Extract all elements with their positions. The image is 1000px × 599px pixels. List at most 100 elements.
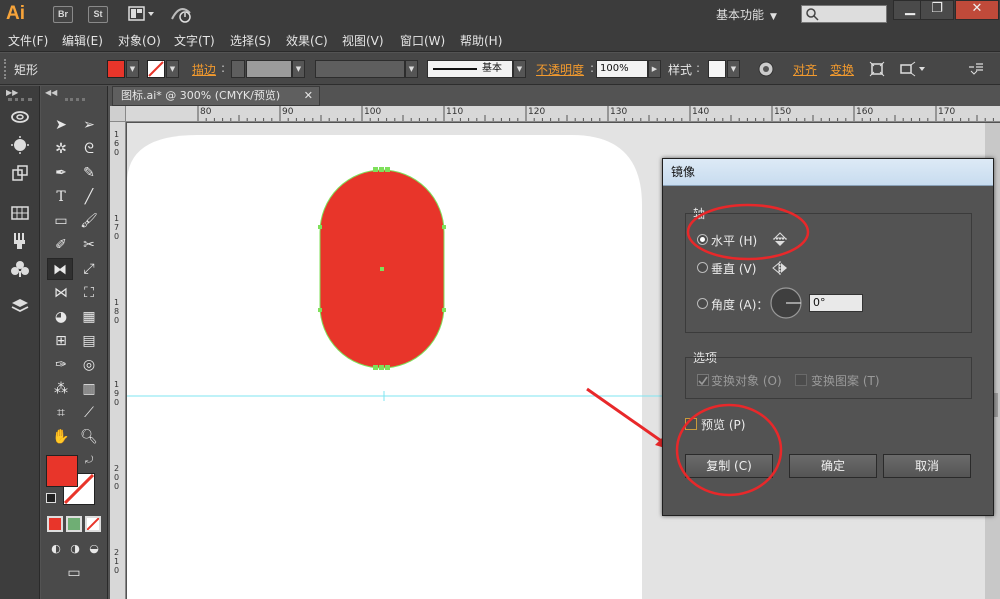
brushes-icon[interactable] (9, 232, 31, 254)
gpu-performance-icon[interactable] (170, 5, 194, 26)
column-graph-tool-icon[interactable]: ▥ (76, 378, 102, 400)
transform-options-icon[interactable] (899, 61, 927, 80)
stroke-weight-input[interactable] (246, 60, 292, 78)
workspace-switcher[interactable]: 基本功能 ▼ (716, 6, 777, 23)
gradient-tool-icon[interactable]: ▤ (76, 330, 102, 352)
recolor-artwork-icon[interactable] (758, 61, 774, 80)
opacity-dropdown[interactable]: ▶ (648, 60, 661, 78)
color-guide-icon[interactable] (9, 136, 31, 158)
profile-dropdown[interactable]: ▼ (405, 60, 418, 78)
shape-builder-tool-icon[interactable]: ◕ (48, 306, 74, 328)
draw-inside-icon[interactable]: ◒ (85, 538, 103, 560)
line-segment-tool-icon[interactable]: ╱ (76, 186, 102, 208)
stock-button[interactable]: St (88, 6, 108, 23)
menu-effect[interactable]: 效果(C) (286, 32, 328, 49)
symbols-icon[interactable] (9, 260, 31, 282)
horizontal-radio[interactable] (697, 234, 708, 245)
horizontal-ruler[interactable]: 80 90 100 110 120 130 140 150 160 170 (110, 106, 1000, 122)
free-transform-tool-icon[interactable]: ⛶ (76, 282, 102, 304)
vertical-radio[interactable] (697, 262, 708, 273)
stroke-color-swatch[interactable] (147, 60, 165, 78)
none-mode-button[interactable] (85, 516, 101, 532)
draw-behind-icon[interactable]: ◑ (66, 538, 84, 560)
zoom-tool-icon[interactable]: 🔍︎ (76, 426, 102, 448)
menu-window[interactable]: 窗口(W) (400, 32, 445, 49)
width-tool-icon[interactable]: ⋈ (48, 282, 74, 304)
ruler-origin[interactable] (110, 106, 126, 122)
curvature-tool-icon[interactable]: ✎ (76, 162, 102, 184)
creative-cloud-libraries-icon[interactable] (9, 108, 31, 130)
opacity-input[interactable]: 100% (596, 60, 648, 78)
stroke-dropdown[interactable]: ▼ (166, 60, 179, 78)
transform-patterns-label[interactable]: 变换图案 (T) (811, 372, 880, 389)
arrange-documents-icon[interactable] (128, 6, 156, 25)
shaper-tool-icon[interactable]: ✐ (48, 234, 74, 256)
selection-tool-icon[interactable]: ➤ (48, 114, 74, 136)
graphic-style-swatch[interactable] (708, 60, 726, 78)
pen-tool-icon[interactable]: ✒ (48, 162, 74, 184)
document-tab[interactable]: 图标.ai* @ 300% (CMYK/预览) ✕ (112, 86, 320, 106)
menu-type[interactable]: 文字(T) (174, 32, 215, 49)
menu-help[interactable]: 帮助(H) (460, 32, 502, 49)
mesh-tool-icon[interactable]: ⊞ (48, 330, 74, 352)
bridge-button[interactable]: Br (53, 6, 73, 23)
artboard-tool-icon[interactable]: ⌗ (48, 402, 74, 424)
scissors-tool-icon[interactable]: ✂ (76, 234, 102, 256)
expand-panels-icon[interactable]: ▶▶ (6, 88, 18, 97)
magic-wand-tool-icon[interactable]: ✲ (48, 138, 74, 160)
transform-objects-label[interactable]: 变换对象 (O) (711, 372, 782, 389)
search-input[interactable] (801, 5, 887, 23)
transform-link[interactable]: 变换 (830, 61, 854, 78)
blend-tool-icon[interactable]: ◎ (76, 354, 102, 376)
angle-radio[interactable] (697, 298, 708, 309)
reflect-tool-icon[interactable]: ⧓ (47, 258, 73, 280)
vertical-ruler[interactable]: 160 170 180 190 200 210 (110, 122, 126, 599)
menu-object[interactable]: 对象(O) (118, 32, 161, 49)
default-fill-stroke-icon[interactable] (46, 493, 56, 503)
preview-label[interactable]: 预览 (P) (701, 416, 745, 433)
type-tool-icon[interactable]: T (48, 186, 74, 208)
hand-tool-icon[interactable]: ✋ (48, 426, 74, 448)
fill-swatch[interactable] (46, 455, 78, 487)
variable-width-profile[interactable] (315, 60, 405, 78)
align-link[interactable]: 对齐 (793, 61, 817, 78)
cancel-button[interactable]: 取消 (883, 454, 971, 478)
stroke-weight-dropdown[interactable]: ▼ (292, 60, 305, 78)
panel-menu-icon[interactable] (968, 62, 984, 79)
fill-dropdown[interactable]: ▼ (126, 60, 139, 78)
menu-edit[interactable]: 编辑(E) (62, 32, 103, 49)
eyedropper-tool-icon[interactable]: ✑ (48, 354, 74, 376)
menu-view[interactable]: 视图(V) (342, 32, 384, 49)
stroke-weight-stepper[interactable] (231, 60, 245, 78)
horizontal-label[interactable]: 水平 (H) (711, 232, 757, 249)
draw-normal-icon[interactable]: ◐ (47, 538, 65, 560)
perspective-grid-tool-icon[interactable]: ▦ (76, 306, 102, 328)
swap-fill-stroke-icon[interactable]: ⤾ (85, 455, 93, 466)
paintbrush-tool-icon[interactable]: 🖌 (76, 210, 102, 232)
gradient-mode-button[interactable] (66, 516, 82, 532)
preview-checkbox[interactable] (685, 418, 697, 430)
stroke-link[interactable]: 描边 (192, 61, 216, 78)
color-mode-button[interactable] (47, 516, 63, 532)
lasso-tool-icon[interactable]: ᘓ (76, 138, 102, 160)
angle-label[interactable]: 角度 (A)： (711, 296, 768, 313)
vertical-label[interactable]: 垂直 (V) (711, 260, 756, 277)
transform-panel-icon[interactable] (9, 164, 31, 186)
fill-color-swatch[interactable] (107, 60, 125, 78)
symbol-sprayer-tool-icon[interactable]: ⁂ (48, 378, 74, 400)
rectangle-tool-icon[interactable]: ▭ (48, 210, 74, 232)
restore-icon[interactable]: ❐ (920, 0, 954, 20)
scale-tool-icon[interactable]: ⤢ (76, 258, 102, 280)
copy-button[interactable]: 复制 (C) (685, 454, 773, 478)
screen-mode-icon[interactable]: ▭ (61, 562, 87, 584)
transform-patterns-checkbox[interactable] (795, 374, 807, 386)
isolate-icon[interactable] (869, 61, 885, 80)
menu-file[interactable]: 文件(F) (8, 32, 48, 49)
close-document-icon[interactable]: ✕ (304, 87, 313, 105)
swatches-icon[interactable] (9, 204, 31, 226)
angle-input[interactable]: 0° (809, 294, 863, 312)
direct-selection-tool-icon[interactable]: ➢ (76, 114, 102, 136)
brush-definition[interactable]: 基本 (427, 60, 513, 78)
slice-tool-icon[interactable]: ⟋ (76, 402, 102, 424)
transform-objects-checkbox[interactable] (697, 374, 709, 386)
